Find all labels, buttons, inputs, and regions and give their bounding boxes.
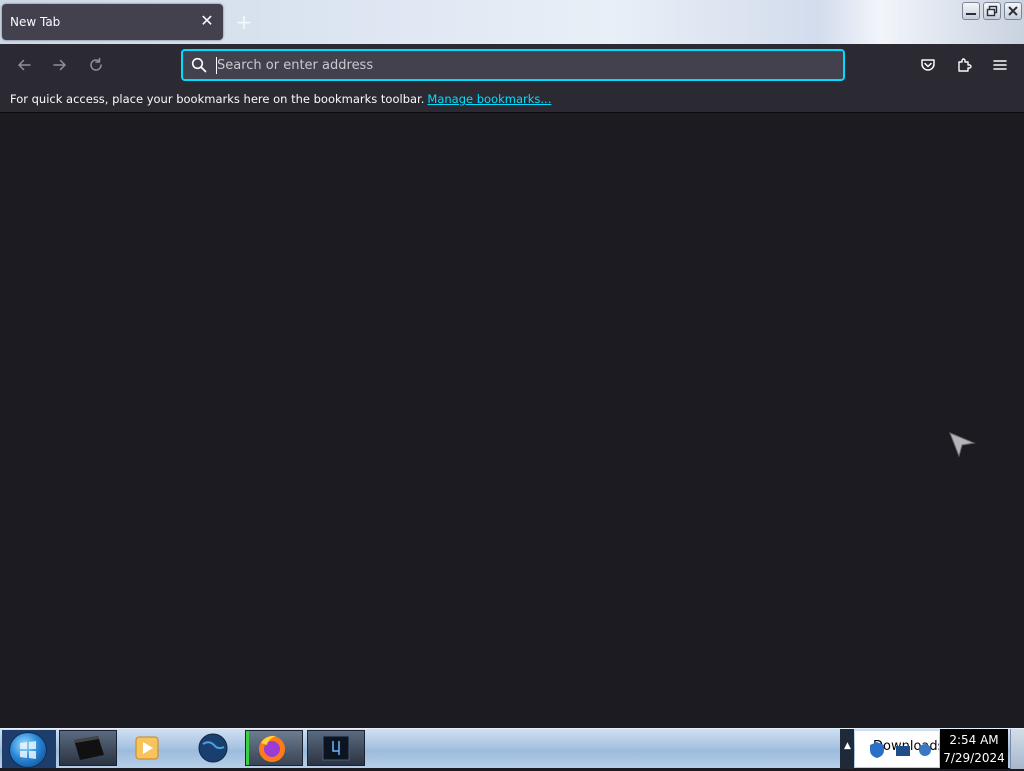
system-tray: Downloads [855,731,939,767]
forward-arrow-icon[interactable] [46,52,74,78]
bookmarks-hint: For quick access, place your bookmarks h… [10,92,551,106]
mouse-cursor-icon [949,432,976,457]
start-button[interactable] [2,730,56,768]
pocket-icon[interactable] [914,52,942,78]
terminal-app-icon[interactable] [59,730,117,766]
tab-title: New Tab [10,15,61,29]
manage-bookmarks-link[interactable]: Manage bookmarks... [427,92,551,106]
network-icon[interactable] [895,745,911,757]
show-desktop-button[interactable] [1010,729,1024,769]
url-bar[interactable] [181,49,845,81]
restore-icon[interactable] [983,2,1001,20]
back-arrow-icon[interactable] [10,52,38,78]
nav-toolbar [0,44,1024,86]
firefox-icon[interactable] [245,730,303,766]
bookmarks-hint-text: For quick access, place your bookmarks h… [10,92,425,106]
globe-app-icon[interactable] [184,730,242,766]
bookmarks-toolbar: For quick access, place your bookmarks h… [0,86,1024,113]
title-bar: New Tab ✕ + [0,0,1024,44]
clock-date: 7/29/2024 [943,751,1005,765]
minimize-icon[interactable] [962,2,980,20]
new-tab-button[interactable]: + [232,10,256,34]
clock-time: 2:54 AM [949,733,999,747]
tab-new-tab[interactable]: New Tab ✕ [2,4,223,40]
monitor-app-icon[interactable] [307,730,365,766]
shield-icon[interactable] [869,741,885,759]
address-input[interactable] [215,51,827,79]
window-controls [962,2,1022,20]
show-hidden-icons-icon[interactable]: ▲ [844,741,851,751]
extensions-icon[interactable] [950,52,978,78]
new-tab-page [0,113,1024,728]
reload-icon[interactable] [82,52,110,78]
hamburger-menu-icon[interactable] [986,52,1014,78]
search-icon [191,57,207,73]
media-player-icon[interactable] [120,730,178,766]
close-icon[interactable] [1004,2,1022,20]
tab-close-icon[interactable]: ✕ [197,11,217,31]
clock[interactable]: 2:54 AM 7/29/2024 [940,729,1008,769]
volume-icon[interactable] [917,743,933,757]
text-caret [216,57,217,74]
start-orb-icon [9,732,47,768]
taskbar: ▲ Downloads 2:54 AM 7/29/2024 [0,728,1024,769]
